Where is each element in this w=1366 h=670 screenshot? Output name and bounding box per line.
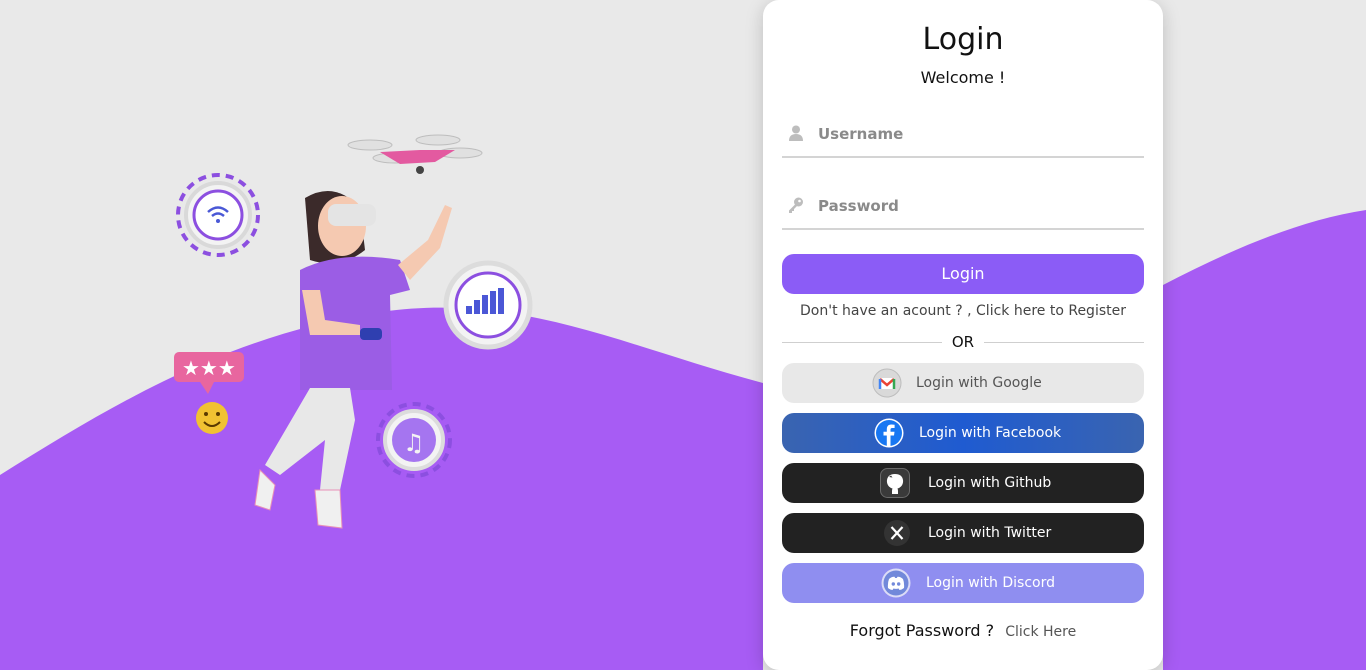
welcome-text: Welcome ! xyxy=(920,68,1006,87)
login-twitter-label: Login with Twitter xyxy=(928,525,1052,541)
vr-person-illustration: ★★★ ♫ xyxy=(174,134,533,529)
login-title: Login xyxy=(922,22,1004,57)
login-google-button[interactable]: Login with Google xyxy=(782,363,1144,403)
register-prompt: Don't have an acount ? , Click here to R… xyxy=(763,303,1163,319)
chart-icon xyxy=(443,260,533,350)
password-field xyxy=(782,186,1144,230)
wifi-icon xyxy=(176,173,260,257)
login-facebook-label: Login with Facebook xyxy=(919,425,1062,441)
facebook-icon xyxy=(874,418,904,448)
login-discord-button[interactable]: Login with Discord xyxy=(782,563,1144,603)
username-field xyxy=(782,114,1144,158)
user-icon xyxy=(789,125,803,141)
login-card: Login Welcome ! Login Don't have an acou… xyxy=(763,0,1163,670)
username-input[interactable] xyxy=(816,118,1140,150)
key-icon xyxy=(789,197,803,213)
or-text: OR xyxy=(951,333,975,351)
login-github-button[interactable]: Login with Github xyxy=(782,463,1144,503)
or-divider: OR xyxy=(782,333,1144,351)
forgot-password-link[interactable]: Click Here xyxy=(1005,624,1076,640)
register-prefix: Don't have an acount ? , xyxy=(800,303,972,319)
login-page: ★★★ ♫ Login Welcome ! Username Login Don… xyxy=(0,0,1366,670)
password-input[interactable] xyxy=(816,190,1140,222)
gmail-icon xyxy=(872,368,902,398)
svg-text:♫: ♫ xyxy=(403,429,425,457)
vr-person xyxy=(254,190,452,529)
discord-icon xyxy=(881,568,911,598)
forgot-password-row: Forgot Password ? Click Here xyxy=(763,621,1163,640)
login-twitter-button[interactable]: Login with Twitter xyxy=(782,513,1144,553)
login-button[interactable]: Login xyxy=(782,254,1144,294)
github-icon xyxy=(880,468,910,498)
login-discord-label: Login with Discord xyxy=(926,575,1055,591)
smiley-icon xyxy=(196,402,228,434)
star-rating-icon: ★★★ xyxy=(174,352,244,394)
drone-icon xyxy=(347,134,483,174)
forgot-password-text: Forgot Password ? xyxy=(849,621,995,640)
register-link[interactable]: Click here to Register xyxy=(976,303,1126,319)
x-twitter-icon xyxy=(884,520,910,546)
svg-text:★★★: ★★★ xyxy=(182,356,236,380)
login-github-label: Login with Github xyxy=(928,475,1052,491)
login-google-label: Login with Google xyxy=(916,375,1042,391)
login-facebook-button[interactable]: Login with Facebook xyxy=(782,413,1144,453)
music-note-icon: ♫ xyxy=(376,402,452,478)
